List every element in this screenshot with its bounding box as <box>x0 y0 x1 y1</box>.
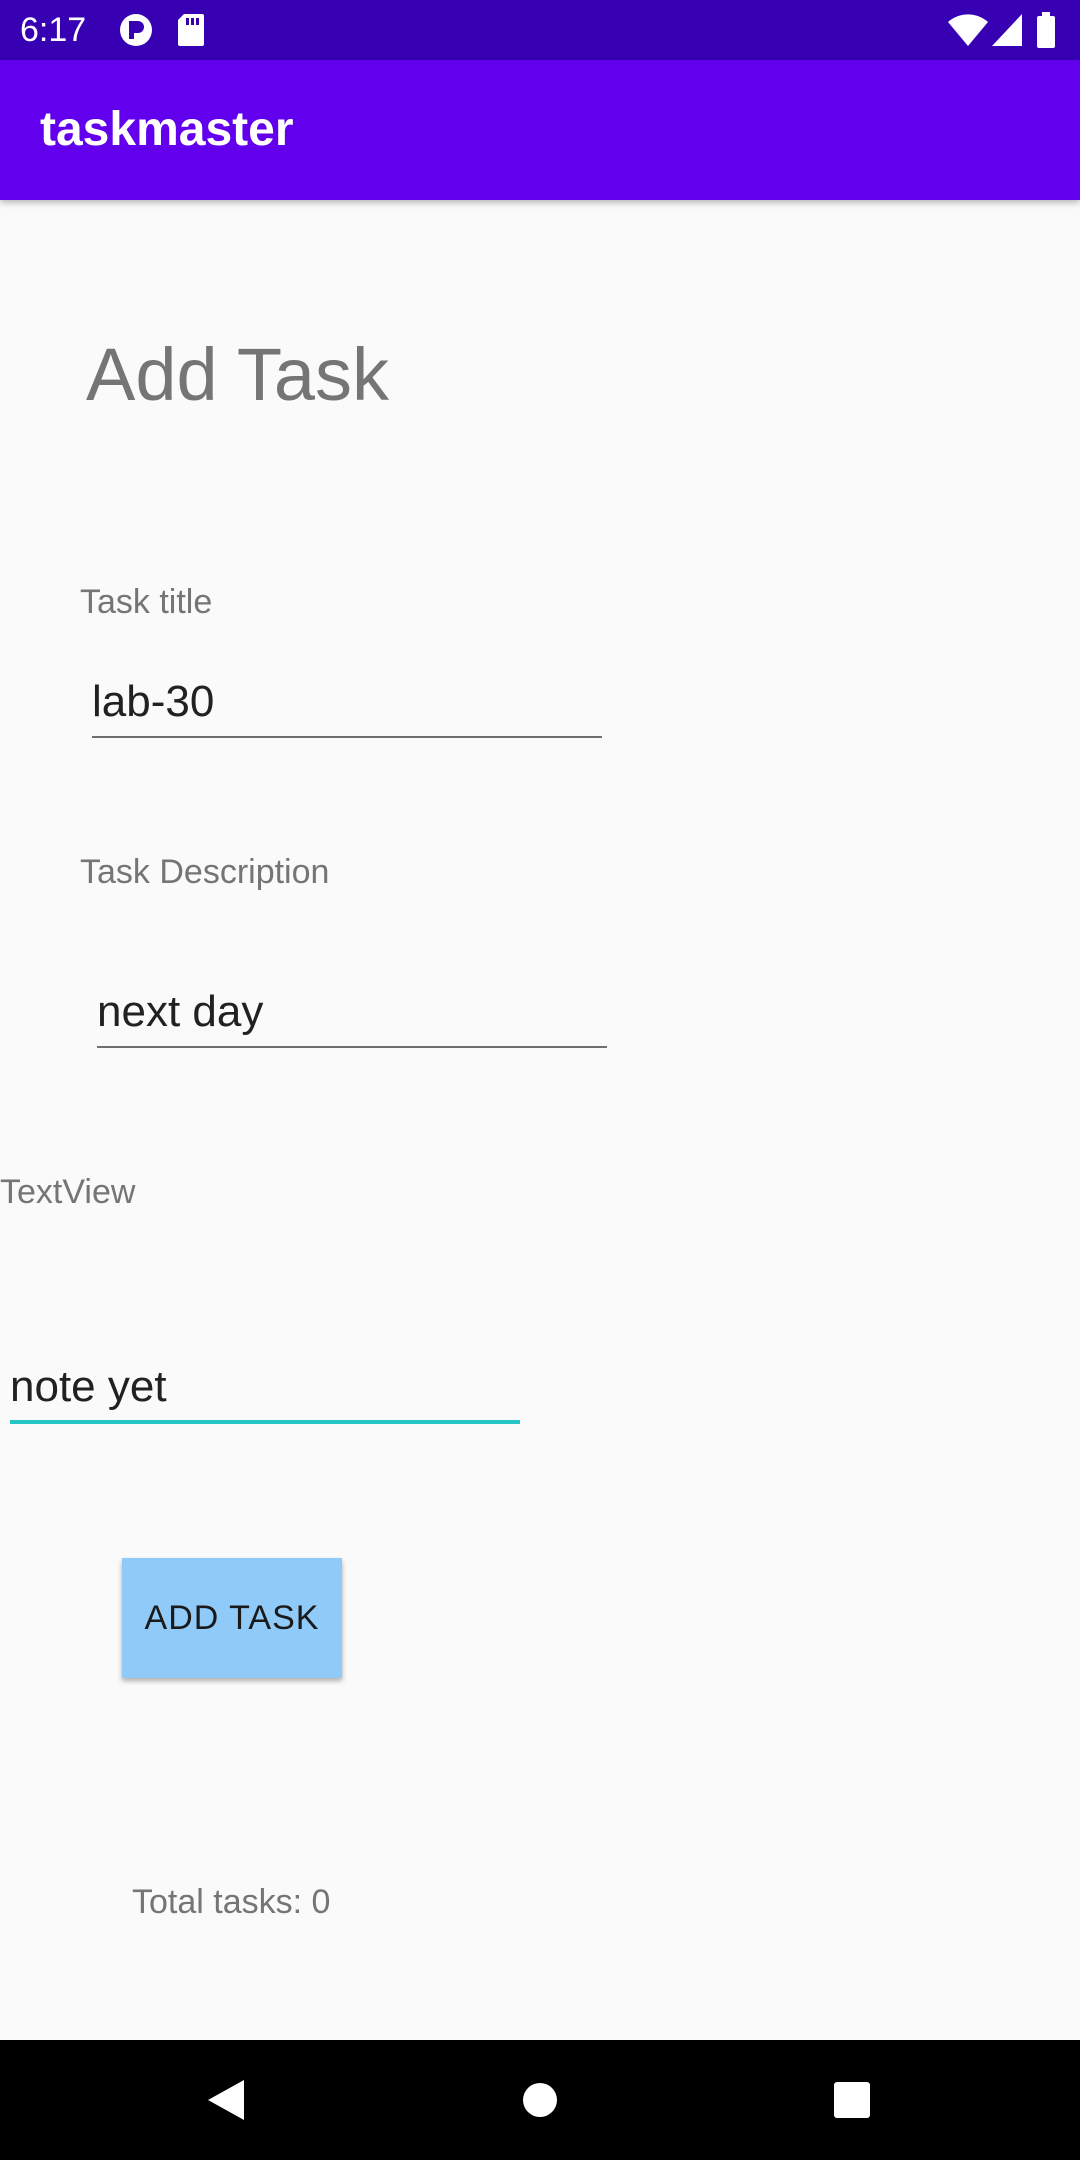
battery-icon <box>1036 12 1056 53</box>
screen: 6:17 taskmaster Add Task Task title lab-… <box>0 0 1080 2160</box>
task-title-label: Task title <box>80 583 213 621</box>
navigation-bar <box>0 2040 1080 2160</box>
app-title: taskmaster <box>40 103 294 156</box>
note-input[interactable] <box>10 1354 520 1424</box>
recents-icon[interactable] <box>812 2060 892 2140</box>
home-icon[interactable] <box>500 2060 580 2140</box>
notification-icon <box>118 12 154 53</box>
wifi-icon <box>946 12 990 53</box>
textview-label: TextView <box>0 1173 136 1211</box>
status-bar: 6:17 <box>0 0 1080 60</box>
task-title-input[interactable] <box>92 668 602 738</box>
back-icon[interactable] <box>186 2060 266 2140</box>
total-tasks-count: Total tasks: 0 <box>132 1883 331 1921</box>
task-description-label: Task Description <box>80 853 330 891</box>
add-task-button[interactable]: ADD TASK <box>122 1558 342 1678</box>
page-title: Add Task <box>86 333 390 416</box>
signal-icon <box>990 12 1024 53</box>
sd-card-icon <box>176 12 206 53</box>
task-description-input[interactable] <box>97 978 607 1048</box>
status-time: 6:17 <box>20 11 87 49</box>
app-bar: taskmaster <box>0 60 1080 200</box>
